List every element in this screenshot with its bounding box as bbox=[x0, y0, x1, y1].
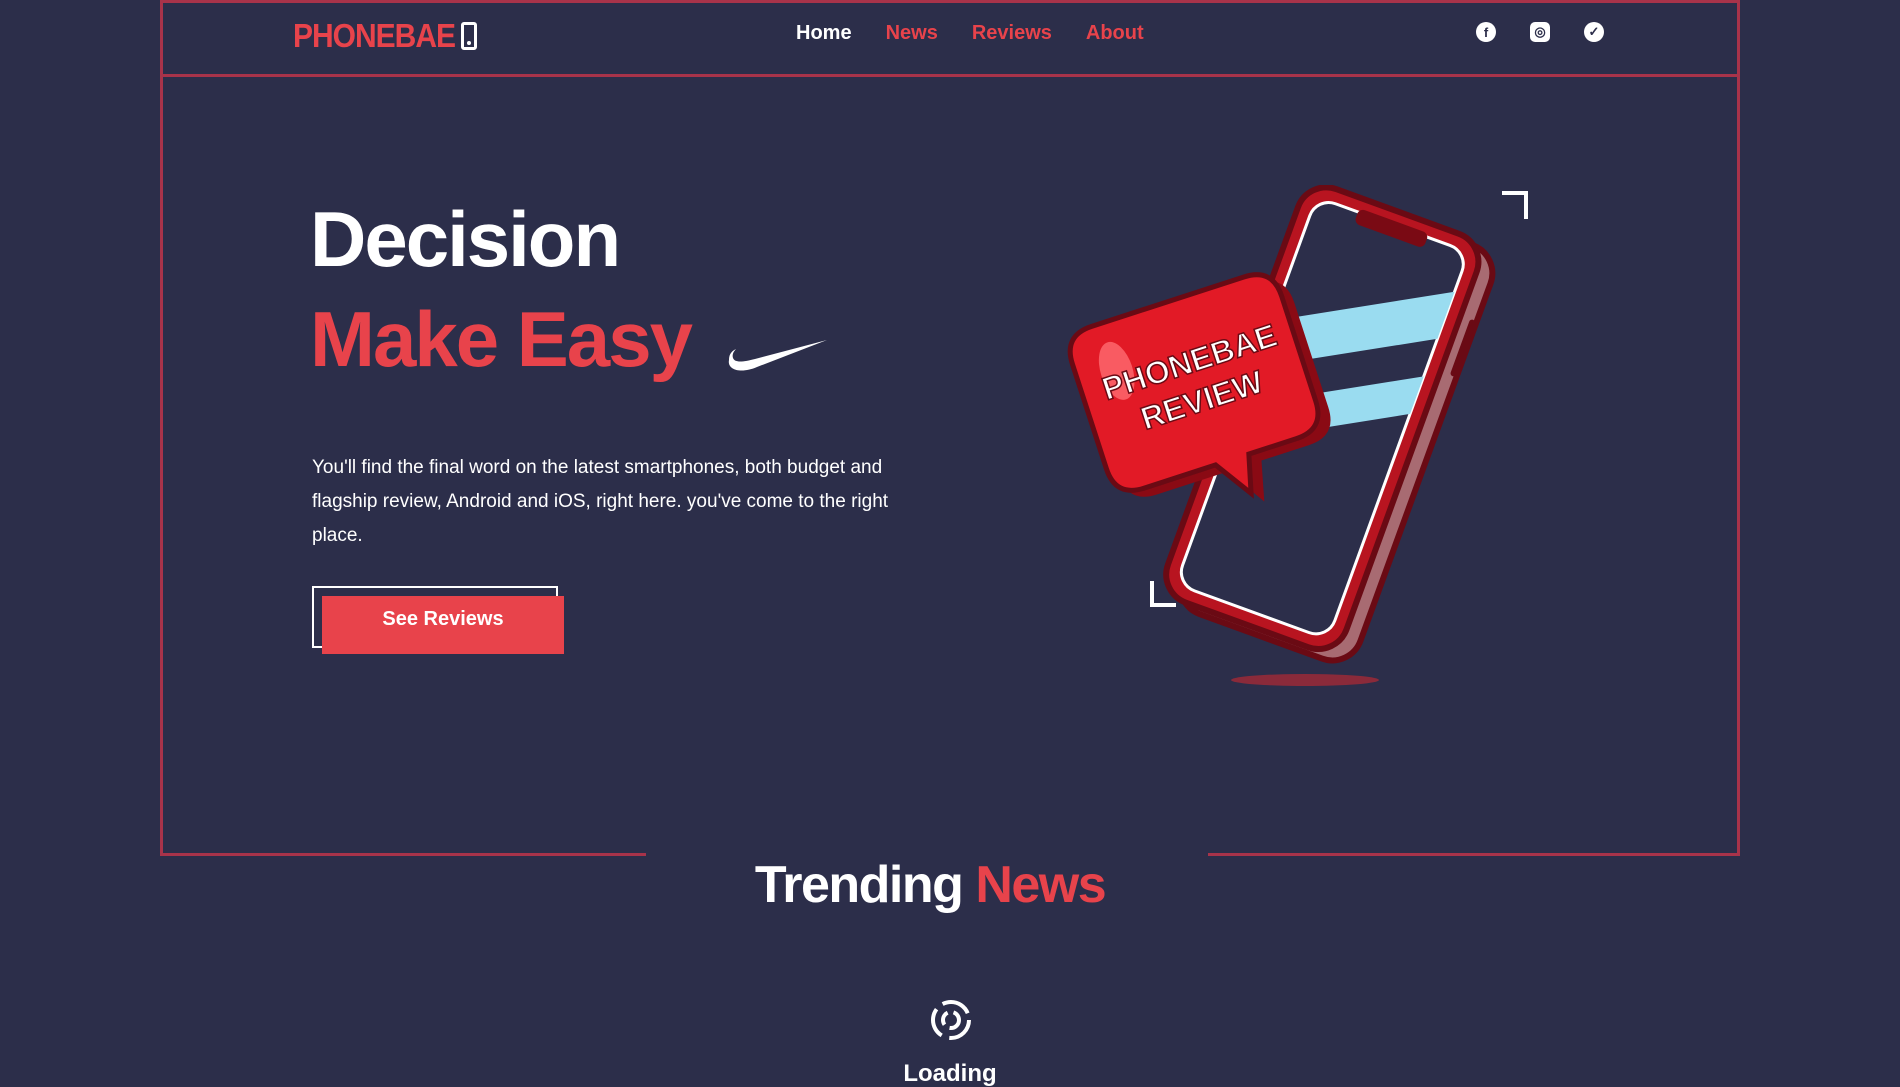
loading-text: Loading bbox=[903, 1060, 997, 1087]
trending-heading: Trending News bbox=[700, 859, 1160, 911]
swoosh-icon bbox=[728, 340, 827, 371]
brand-logo[interactable]: PHONEBAE bbox=[293, 17, 478, 55]
nav-item-reviews[interactable]: Reviews bbox=[972, 22, 1052, 45]
loading-spinner-icon bbox=[931, 1000, 971, 1040]
twitter-icon[interactable]: ✓ bbox=[1584, 22, 1604, 42]
nav-item-about[interactable]: About bbox=[1086, 22, 1144, 45]
frame-divider-left bbox=[160, 853, 646, 856]
hero-title-line1: Decision bbox=[310, 195, 621, 283]
trending-word: Trending bbox=[754, 856, 964, 915]
corner-bracket-top bbox=[1502, 191, 1528, 219]
phone-review-illustration: PHONEBAE REVIEW bbox=[1067, 185, 1528, 686]
nav-item-home[interactable]: Home bbox=[796, 22, 852, 45]
facebook-icon[interactable]: f bbox=[1476, 22, 1496, 42]
hero-description: You'll find the final word on the latest… bbox=[312, 457, 889, 546]
news-word: News bbox=[975, 856, 1106, 915]
instagram-icon[interactable]: ◎ bbox=[1530, 22, 1550, 42]
hero-title-line2: Make Easy bbox=[310, 295, 693, 383]
phone-shadow bbox=[1231, 674, 1379, 686]
main-nav: Home News Reviews About bbox=[796, 22, 1144, 45]
brand-name: PHONEBAE bbox=[293, 17, 456, 55]
smartphone-icon bbox=[461, 22, 478, 50]
site-header: PHONEBAE Home News Reviews About f ◎ ✓ bbox=[160, 0, 1740, 77]
cta-container: See Reviews bbox=[312, 586, 564, 654]
frame-divider-right bbox=[1208, 853, 1740, 856]
social-links: f ◎ ✓ bbox=[1476, 22, 1604, 42]
nav-item-news[interactable]: News bbox=[886, 22, 938, 45]
see-reviews-button[interactable]: See Reviews bbox=[322, 596, 564, 654]
